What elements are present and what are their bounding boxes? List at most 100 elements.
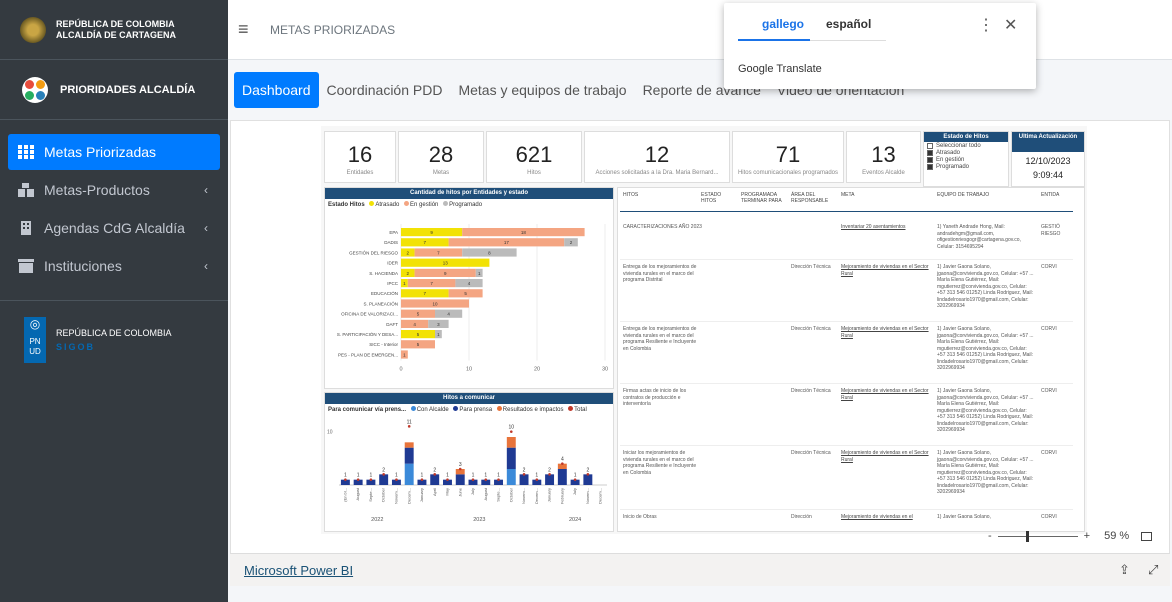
sidebar: REPÚBLICA DE COLOMBIA ALCALDÍA DE CARTAGE… [0, 0, 228, 602]
total-point [458, 467, 462, 471]
menu-icon[interactable]: ≡ [238, 19, 258, 40]
powerbi-link[interactable]: Microsoft Power BI [244, 563, 353, 578]
fit-page-icon[interactable] [1141, 531, 1153, 541]
google-translate-label: Google Translate [738, 63, 822, 75]
x-tick-label: Decem... [406, 488, 411, 504]
zoom-in-button[interactable]: + [1084, 530, 1090, 542]
estado-hitos-filter: Estado de Hitos Seleccionar todo Atrasad… [923, 131, 1009, 187]
footer-country: REPÚBLICA DE COLOMBIA [56, 328, 172, 338]
filter-option[interactable]: Programado [924, 164, 1008, 170]
x-tick-label: 20 [534, 367, 540, 373]
more-options-icon[interactable]: ⋮ [978, 15, 994, 35]
category-label: EDUCACIÓN [371, 290, 398, 296]
tab-coordinacion[interactable]: Coordinación PDD [319, 72, 451, 108]
app-logo-icon [22, 76, 48, 103]
grid-icon [18, 145, 34, 159]
category-label: S. HACIENDA [369, 271, 398, 276]
table-row[interactable]: Firmas actas de inicio de los contratos … [620, 386, 1073, 446]
sidebar-item-agendas[interactable]: Agendas CdG Alcaldía ‹ [8, 210, 220, 246]
x-tick-label: July [572, 488, 577, 495]
data-label: 17 [504, 240, 510, 245]
table-header: HITOS ESTADO HITOS PROGRAMADA TERMINAR P… [620, 190, 1073, 212]
column-segment [506, 469, 516, 485]
last-update: Ultima Actualización 12/10/2023 9:09:44 [1011, 131, 1085, 187]
chevron-left-icon: ‹ [204, 183, 208, 197]
checkbox[interactable] [927, 143, 933, 149]
total-label: 2 [382, 467, 385, 473]
zoom-control: - + 59 % [988, 530, 1153, 542]
year-label: 2024 [569, 517, 581, 523]
zoom-level: 59 % [1104, 530, 1130, 542]
column-segment [404, 442, 414, 448]
hitos-bar-chart: 0 10 20 30EPA 9 18DADIS 7 17 2GESTIÓN DEL RIESGO… [337, 224, 608, 373]
total-point [573, 478, 577, 481]
x-tick-label: Novem... [393, 488, 398, 504]
total-label: 2 [523, 467, 526, 473]
footer-sigob: SIGOB [56, 342, 96, 352]
table-row[interactable]: CARACTERIZACIONES AÑO 2023 Inventariar 2… [620, 222, 1073, 260]
tab-dashboard[interactable]: Dashboard [234, 72, 319, 108]
column-segment [583, 474, 593, 485]
kpi-entidades: 16 Entidades [324, 131, 396, 183]
powerbi-report: 16 Entidades 28 Metas 621 Hitos 12 Acciones … [230, 120, 1170, 586]
filter-option[interactable]: Atrasado [924, 150, 1008, 156]
x-tick-label: April [432, 488, 437, 496]
bar-chart-panel: Cantidad de hitos por Entidades y estado… [324, 187, 614, 389]
x-tick-label: Novem... [585, 488, 590, 504]
sidebar-item-metas-priorizadas[interactable]: Metas Priorizadas [8, 134, 220, 170]
share-icon[interactable]: ⇪ [1119, 562, 1130, 578]
app-brand[interactable]: PRIORIDADES ALCALDÍA [0, 60, 228, 120]
x-tick-label: Decem... [598, 488, 603, 504]
total-label: 1 [344, 473, 347, 479]
x-tick-label: Novem... [521, 488, 526, 504]
checkbox[interactable] [927, 164, 933, 170]
column-segment [506, 437, 516, 448]
sigob-logo: ◎ PN UD REPÚBLICA DE COLOMBIA SIGOB [0, 301, 228, 363]
kpi-hitos: 621 Hitos [486, 131, 582, 183]
report-canvas: 16 Entidades 28 Metas 621 Hitos 12 Acciones … [321, 126, 1087, 534]
total-point [446, 478, 449, 481]
filter-option[interactable]: Seleccionar todo [924, 143, 1008, 149]
total-point [535, 478, 539, 481]
column-segment [430, 474, 440, 485]
table-row[interactable]: Entrega de los mejoramientos de vivienda… [620, 262, 1073, 322]
total-label: 3 [459, 462, 462, 468]
close-icon[interactable]: ✕ [1004, 15, 1017, 35]
total-point [509, 430, 513, 433]
x-tick-label: August [355, 487, 360, 500]
total-label: 4 [561, 457, 564, 463]
column-segment [506, 447, 516, 469]
table-row[interactable]: Inicio de Obras Dirección Mejoramiento d… [620, 512, 1073, 531]
x-tick-label: February [559, 488, 564, 504]
table-row[interactable]: Iniciar los mejoramientos de vivienda ru… [620, 448, 1073, 510]
total-point [420, 478, 424, 481]
total-point [369, 478, 373, 481]
tab-metas-equipos[interactable]: Metas y equipos de trabajo [450, 72, 634, 108]
filter-option[interactable]: En gestión [924, 157, 1008, 163]
update-date: 12/10/2023 [1025, 156, 1071, 166]
sidebar-item-instituciones[interactable]: Instituciones ‹ [8, 248, 220, 284]
total-label: 10 [509, 425, 515, 431]
x-tick-label: May [445, 488, 450, 496]
kpi-hitos-comunicacionales: 71 Hitos comunicacionales programados [732, 131, 844, 183]
zoom-slider[interactable] [997, 530, 1078, 542]
checkbox[interactable] [927, 150, 933, 156]
coat-of-arms-icon [20, 16, 46, 43]
fullscreen-icon[interactable]: ⤢ [1148, 562, 1158, 578]
x-tick-label: October [508, 487, 513, 502]
x-tick-label: 30 [602, 367, 608, 373]
checkbox[interactable] [927, 157, 933, 163]
sidebar-item-label: Instituciones [44, 258, 122, 274]
total-label: 1 [446, 473, 449, 479]
sidebar-item-metas-productos[interactable]: Metas-Productos ‹ [8, 172, 220, 208]
brand-header[interactable]: REPÚBLICA DE COLOMBIA ALCALDÍA DE CARTAGE… [0, 0, 228, 60]
total-point [471, 478, 475, 481]
table-row[interactable]: Entrega de los mejoramientos de vivienda… [620, 324, 1073, 384]
zoom-out-button[interactable]: - [988, 530, 992, 542]
column-segment [379, 474, 389, 485]
lang-gallego[interactable]: gallego [762, 17, 804, 31]
lang-espanol[interactable]: español [826, 17, 871, 31]
sidebar-item-label: Agendas CdG Alcaldía [44, 220, 185, 236]
year-label: 2023 [473, 517, 485, 523]
x-tick-label: January [419, 488, 424, 502]
